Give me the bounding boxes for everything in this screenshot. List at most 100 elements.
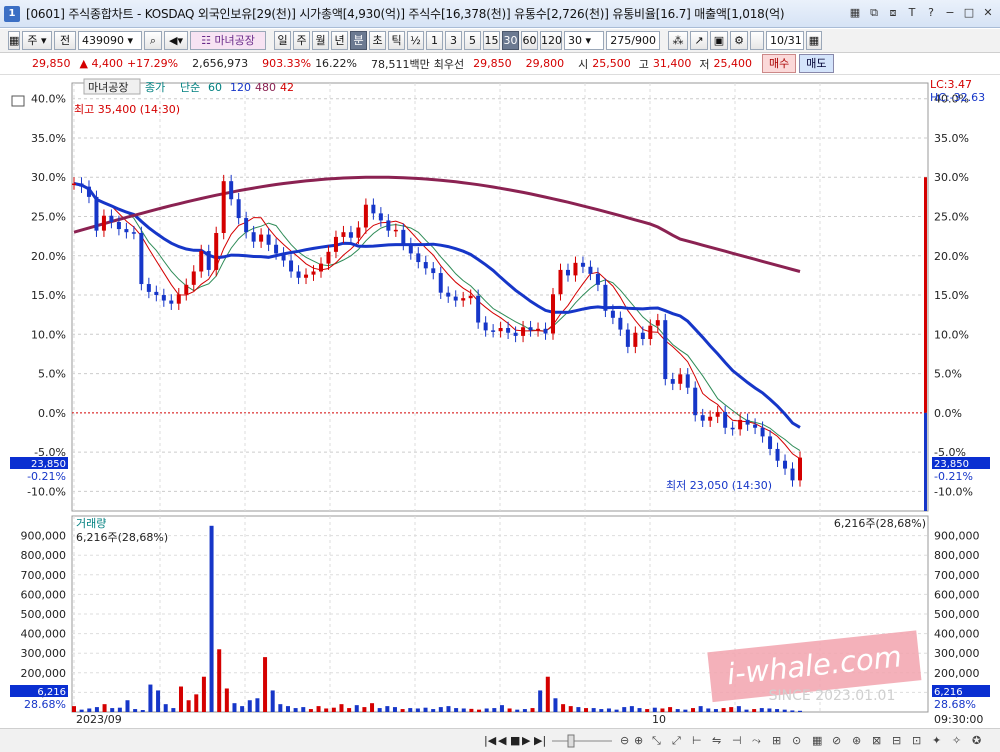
minimize-button[interactable]: − [942,5,958,21]
calendar-icon[interactable]: ▦ [806,31,822,50]
fraction-button[interactable]: ½ [407,31,424,50]
text-icon[interactable]: T [904,5,920,21]
scroll-next-icon[interactable]: ▶ [522,734,531,747]
chart-tool-8-icon[interactable]: ⊙ [792,734,801,747]
candle-body [700,415,705,421]
chart-tool-15-icon[interactable]: ✦ [932,734,941,747]
minute-60-button[interactable]: 60 [521,31,538,50]
copy-window-icon[interactable]: ⧈ [885,5,901,21]
volume-bar [744,709,749,712]
date-input[interactable]: 10/31 [766,31,804,50]
volume-bar [446,706,451,712]
buy-button[interactable]: 매수 [762,54,797,73]
current-price: 29,850 [32,57,71,70]
volume-bar [201,676,206,712]
date-checkbox[interactable] [750,31,764,50]
period-tick-button[interactable]: 틱 [388,31,405,50]
period-year-button[interactable]: 년 [331,31,348,50]
sell-button[interactable]: 매도 [799,54,834,73]
stock-code-input[interactable]: 439090 ▾ [78,31,142,50]
volume-bar [484,708,489,712]
y-tick-label-right: -10.0% [934,485,973,498]
minute-15-button[interactable]: 15 [483,31,500,50]
scroll-prev-icon[interactable]: ◀ [498,734,507,747]
link-window-icon[interactable]: ⧉ [866,5,882,21]
window-buttons: ▦ ⧉ ⧈ T ? − □ ✕ [847,5,996,21]
minute-1-button[interactable]: 1 [426,31,443,50]
maximize-button[interactable]: □ [961,5,977,21]
indicator-icon[interactable]: ⁂ [668,31,688,50]
help-icon[interactable]: ? [923,5,939,21]
draw-tool-icon[interactable]: ↗ [690,31,708,50]
window-number-badge: 1 [4,5,20,22]
chart-tool-12-icon[interactable]: ⊠ [872,734,881,747]
chart-tool-11-icon[interactable]: ⊛ [852,734,861,747]
candle-body [483,322,488,331]
period-month-button[interactable]: 월 [312,31,329,50]
period-week-button[interactable]: 주 [293,31,310,50]
chart-tool-10-icon[interactable]: ⊘ [832,734,841,747]
close-button[interactable]: ✕ [980,5,996,21]
volume-bar [492,708,497,712]
chart-tool-17-icon[interactable]: ✪ [972,734,981,747]
volume-bar [477,709,482,712]
chart-tool-9-icon[interactable]: ▦ [812,734,822,747]
chart-tool-14-icon[interactable]: ⊡ [912,734,921,747]
candle-body [423,262,428,269]
minute-5-button[interactable]: 5 [464,31,481,50]
zoom-slider-handle[interactable] [567,734,575,748]
chart-tool-7-icon[interactable]: ⊞ [772,734,781,747]
period-day-button[interactable]: 일 [274,31,291,50]
candle-body [723,412,728,428]
bar-count-input[interactable]: 275/900 [606,31,660,50]
save-icon[interactable]: ▣ [710,31,728,50]
candle-body [281,253,286,261]
minute-30-button[interactable]: 30 [502,31,519,50]
chart-tool-5-icon[interactable]: ⊣ [732,734,742,747]
volume-tick-left: 800,000 [21,549,67,562]
candle-body [693,387,698,416]
stock-name-field[interactable]: ☷ 마녀공장 [190,31,266,50]
zoom-in-icon[interactable]: ⊕ [634,734,643,747]
trade-amount: 78,511백만 [371,57,430,71]
volume-tick-left: 300,000 [21,647,67,660]
chart-tool-16-icon[interactable]: ✧ [952,734,961,747]
scroll-last-icon[interactable]: ▶| [534,734,546,747]
minute-value-select[interactable]: 30 ▾ [564,31,604,50]
minute-3-button[interactable]: 3 [445,31,462,50]
candle-body [640,332,645,340]
y-tick-label-right: 5.0% [934,368,962,381]
chart-tool-4-icon[interactable]: ⇋ [712,734,721,747]
minute-120-button[interactable]: 120 [540,31,562,50]
layout-icon[interactable]: ▦ [847,5,863,21]
candle-body [251,232,256,242]
search-icon[interactable]: ⌕ [144,31,162,50]
period-minute-button[interactable]: 분 [350,31,367,50]
volume-bar [629,706,634,712]
volume-current-left-pct: 28.68% [24,698,66,711]
chart-tool-1-icon[interactable]: ⤡ [652,734,661,747]
stop-icon[interactable]: ■ [510,734,520,747]
stock-chart[interactable]: 40.0% 40.0%35.0% 35.0%30.0% 30.0%25.0% 25.0%… [0,76,1000,752]
volume-bar [156,690,161,712]
sound-icon[interactable]: ◀▾ [164,31,188,50]
y-tick-label-right: 0.0% [934,407,962,420]
chart-tool-2-icon[interactable]: ⤢ [672,734,681,747]
grid-menu-icon[interactable]: ▦ [8,31,20,50]
volume-bar [576,707,581,712]
zoom-out-icon[interactable]: ⊖ [620,734,629,747]
chart-tool-13-icon[interactable]: ⊟ [892,734,901,747]
chart-tool-6-icon[interactable]: ⤳ [752,734,761,747]
volume-bar [377,708,382,712]
chart-tool-3-icon[interactable]: ⊢ [692,734,702,747]
y-tick-label-right: 20.0% [934,250,969,263]
period-second-button[interactable]: 초 [369,31,386,50]
volume-bar [522,709,527,712]
market-select[interactable]: 주 ▾ [22,31,52,50]
scroll-first-icon[interactable]: |◀ [484,734,497,747]
y-tick-label-left: 30.0% [31,171,66,184]
volume-bar [721,708,726,712]
type-select[interactable]: 전 [54,31,76,50]
settings-icon[interactable]: ⚙ [730,31,748,50]
volume-bar [270,690,275,712]
